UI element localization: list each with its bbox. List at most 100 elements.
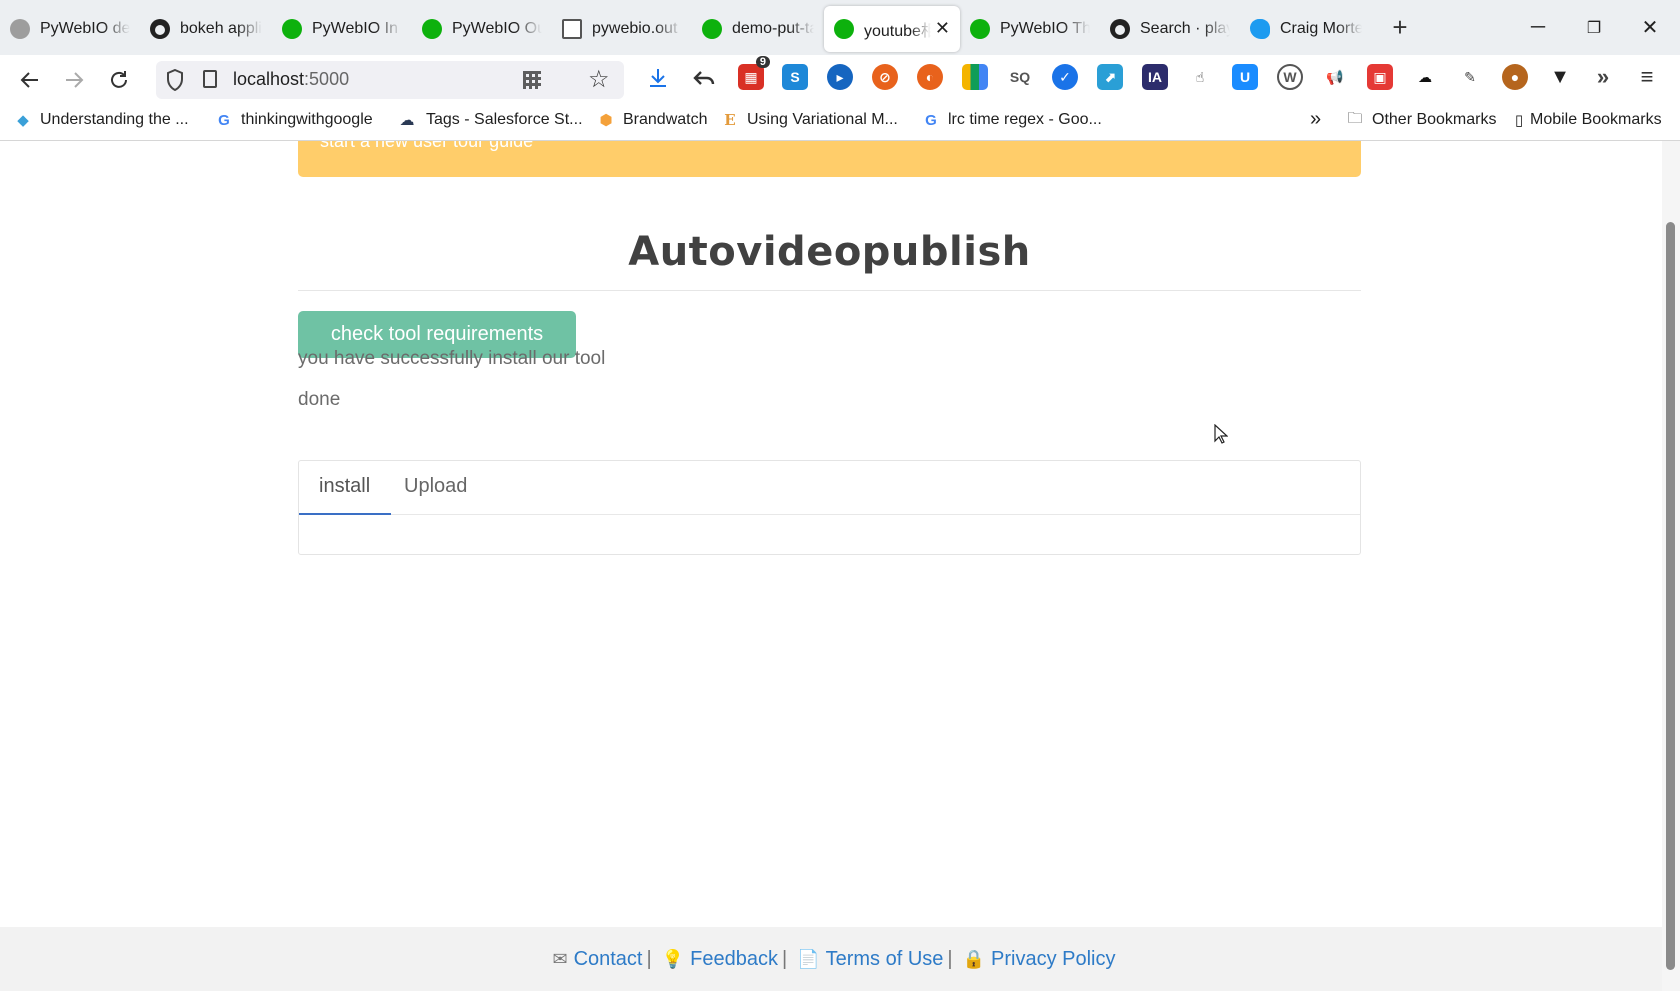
cookie-extension-icon[interactable]: ●	[1502, 64, 1528, 90]
browser-tab-title: demo-put-ta	[732, 19, 814, 37]
url-text[interactable]: localhost:5000	[233, 69, 349, 90]
filter-extension-icon[interactable]: ▼	[1547, 64, 1573, 90]
google-icon: G	[218, 111, 230, 129]
bookmark-item[interactable]: ☁ Tags - Salesforce St...	[396, 111, 583, 129]
bookmark-label: thinkingwithgoogle	[241, 111, 373, 128]
hand-extension-icon[interactable]: ☝	[1187, 64, 1213, 90]
browser-tab[interactable]: PyWebIO de	[0, 6, 140, 52]
new-tab-button[interactable]: +	[1380, 12, 1420, 43]
chart-extension-icon[interactable]: ⬈	[1097, 64, 1123, 90]
tab-install[interactable]: install	[319, 475, 370, 498]
success-message: you have successfully install our tool	[298, 348, 606, 369]
privacy-link[interactable]: Privacy Policy	[991, 948, 1115, 971]
bookmark-item[interactable]: ⬢ Brandwatch	[597, 111, 708, 129]
contact-link[interactable]: Contact	[574, 948, 643, 971]
tab-upload[interactable]: Upload	[404, 475, 467, 498]
twitter-icon	[1250, 18, 1270, 39]
block-extension-icon[interactable]: ⊘	[872, 64, 898, 90]
tour-guide-alert[interactable]: start a new user tour guide	[298, 141, 1361, 177]
bookmark-extension-icon[interactable]: ▣	[1367, 64, 1393, 90]
mobile-bookmarks-label: Mobile Bookmarks	[1530, 111, 1662, 128]
bookmark-label: lrc time regex - Goo...	[948, 111, 1102, 128]
u-extension-icon[interactable]: U	[1232, 64, 1258, 90]
github-icon	[150, 18, 170, 39]
cloud-icon: ☁	[399, 112, 415, 129]
browser-tab[interactable]: Craig Morte	[1240, 6, 1372, 52]
analytics-extension-icon[interactable]	[962, 64, 988, 90]
bookmark-label: Understanding the ...	[40, 111, 189, 128]
mobile-bookmarks-folder[interactable]: ▯ Mobile Bookmarks	[1512, 111, 1662, 129]
reload-button[interactable]	[97, 58, 141, 102]
close-tab-icon[interactable]: ✕	[935, 18, 950, 39]
envelope-icon: ✉	[552, 948, 568, 969]
bookmark-item[interactable]: G lrc time regex - Goo...	[922, 111, 1102, 129]
tab-strip: PyWebIO de bokeh appli PyWebIO In PyWebI…	[0, 0, 1680, 55]
back-button[interactable]	[8, 58, 52, 102]
bookmark-label: Brandwatch	[623, 111, 708, 128]
browser-tab-title: Search · play	[1140, 19, 1230, 37]
bookmarks-overflow-button[interactable]: »	[1310, 108, 1321, 131]
browser-tab-title: pywebio.out	[592, 19, 678, 37]
browser-tab[interactable]: demo-put-ta	[692, 6, 824, 52]
address-bar[interactable]: localhost:5000 ☆	[156, 61, 624, 99]
ia-extension-icon[interactable]: IA	[1142, 64, 1168, 90]
capture-extension-icon[interactable]: ▸	[827, 64, 853, 90]
browser-tab[interactable]: PyWebIO Ou	[412, 6, 552, 52]
footer: ✉ Contact | 💡 Feedback | 📄 Terms of Use …	[0, 927, 1662, 991]
forward-button[interactable]	[52, 58, 96, 102]
extension-badge: 9	[755, 56, 770, 68]
close-window-button[interactable]: ✕	[1622, 0, 1678, 55]
overflow-chevron-icon[interactable]: »	[1590, 64, 1616, 90]
browser-tab-active[interactable]: youtube相 ✕	[824, 5, 960, 52]
bookmark-star-icon[interactable]: ☆	[588, 65, 610, 94]
browser-window: PyWebIO de bokeh appli PyWebIO In PyWebI…	[0, 0, 1680, 991]
menu-icon[interactable]: ≡	[1634, 64, 1660, 90]
browser-tab[interactable]: pywebio.out	[552, 6, 692, 52]
wordpress-extension-icon[interactable]: W	[1277, 64, 1303, 90]
browser-tab[interactable]: PyWebIO Th	[960, 6, 1100, 52]
browser-tab-title: PyWebIO In	[312, 19, 398, 37]
restore-button[interactable]: ❐	[1566, 0, 1622, 55]
page-icon	[203, 70, 217, 88]
calendar-extension-icon[interactable]: ▦ 9	[738, 56, 770, 90]
footer-separator: |	[947, 947, 953, 970]
check-extension-icon[interactable]: ✓	[1052, 64, 1078, 90]
eyedropper-extension-icon[interactable]: ✎	[1457, 64, 1483, 90]
terms-link[interactable]: Terms of Use	[826, 948, 944, 971]
other-bookmarks-folder[interactable]: 🗀 Other Bookmarks	[1346, 110, 1496, 129]
megaphone-extension-icon[interactable]: 📢	[1322, 64, 1348, 90]
browser-tab[interactable]: Search · play	[1100, 6, 1240, 52]
browser-tab-title: bokeh appli	[180, 19, 262, 37]
download-icon[interactable]	[646, 66, 670, 90]
browser-tab[interactable]: bokeh appli	[140, 6, 272, 52]
seo-extension-icon[interactable]: SQ	[1007, 64, 1033, 90]
bookmark-item[interactable]: ◆ Understanding the ...	[14, 111, 189, 129]
navigation-toolbar: localhost:5000 ☆ ▦ 9 S ▸ ⊘ ◐ SQ ✓ ⬈ IA ☝ …	[0, 55, 1680, 105]
document-icon: 📄	[797, 948, 820, 969]
lightbulb-icon: 💡	[661, 948, 685, 969]
cloud-extension-icon[interactable]: ☁	[1412, 64, 1438, 90]
scrollbar-thumb[interactable]	[1666, 222, 1675, 970]
reload-icon	[111, 71, 127, 88]
lock-icon: 🔒	[962, 948, 986, 969]
minimize-button[interactable]: ─	[1510, 0, 1566, 55]
bookmark-item[interactable]: E Using Variational M...	[721, 111, 898, 129]
bookmark-item[interactable]: G thinkingwithgoogle	[215, 111, 373, 129]
flame-extension-icon[interactable]: ◐	[917, 64, 943, 90]
active-tab-indicator	[299, 513, 391, 515]
feedback-link[interactable]: Feedback	[690, 948, 778, 971]
browser-tab-title: PyWebIO de	[40, 19, 130, 37]
browser-tab[interactable]: PyWebIO In	[272, 6, 412, 52]
document-icon	[562, 18, 582, 39]
shield-icon[interactable]	[166, 69, 184, 91]
footer-separator: |	[781, 947, 788, 970]
snippet-extension-icon[interactable]: S	[782, 64, 808, 90]
green-dot-icon	[834, 18, 854, 39]
mouse-cursor-icon	[1214, 424, 1228, 444]
qr-code-icon[interactable]	[523, 71, 541, 89]
undo-icon[interactable]	[692, 66, 716, 90]
page-title: Autovideopublish	[628, 229, 1031, 275]
tabs-panel: install Upload	[298, 460, 1361, 555]
back-arrow-icon	[20, 72, 38, 88]
done-message: done	[298, 389, 341, 410]
